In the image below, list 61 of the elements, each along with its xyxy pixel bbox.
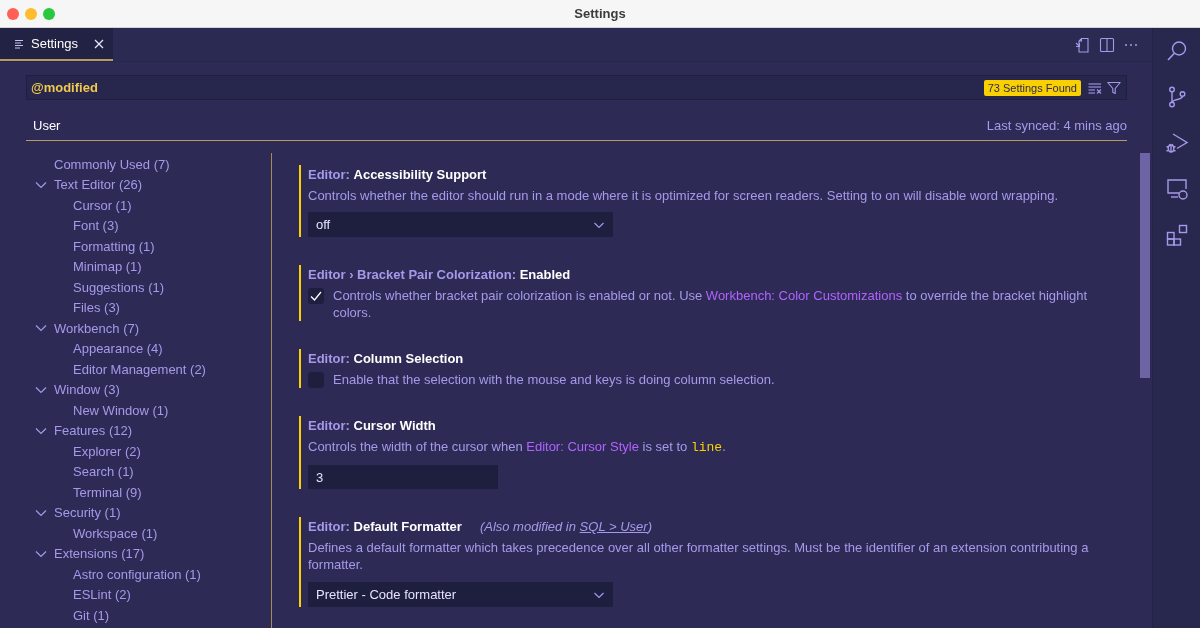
setting-description: Controls whether bracket pair colorization is enabled or not. Use Workbench: Color Customizations to override the bracket highlight colors. <box>333 287 1089 321</box>
toc-item[interactable]: Git (1) <box>26 605 271 626</box>
toc-item[interactable]: Suggestions (1) <box>26 277 271 298</box>
search-icon[interactable] <box>1164 39 1189 63</box>
toc-item[interactable]: Editor Management (2) <box>26 359 271 380</box>
toc-item[interactable]: Files (3) <box>26 297 271 318</box>
checkbox[interactable] <box>308 287 324 304</box>
toc-item[interactable]: Cursor (1) <box>26 195 271 216</box>
checkmark-icon <box>310 289 322 302</box>
toc-item[interactable]: New Window (1) <box>26 400 271 421</box>
scrollbar-thumb[interactable] <box>1140 153 1150 378</box>
close-icon[interactable] <box>94 38 104 49</box>
split-editor-icon[interactable] <box>1099 36 1115 53</box>
blocks-icon[interactable] <box>1164 223 1189 247</box>
results-count-badge: 73 Settings Found <box>983 79 1081 96</box>
search-query: @modified <box>31 80 98 95</box>
toc-item[interactable]: Commonly Used (7) <box>26 154 271 175</box>
setting-title: Editor › Bracket Pair Colorization: Enabled <box>308 266 571 284</box>
toc-item[interactable]: Font (3) <box>26 215 271 236</box>
number-input[interactable]: 3 <box>308 465 498 489</box>
setting-title: Editor: Accessibility Support <box>308 166 487 184</box>
editor-tab[interactable]: Settings <box>0 28 113 61</box>
filter-icon[interactable] <box>1107 80 1121 95</box>
setting-description: Enable that the selection with the mouse and keys is doing column selection. <box>333 371 776 388</box>
play-bug-icon[interactable] <box>1164 131 1189 155</box>
toc-item[interactable]: Formatting (1) <box>26 236 271 257</box>
monitor-icon[interactable] <box>1164 177 1189 201</box>
toc-item[interactable]: Window (3) <box>26 379 271 400</box>
toc-item[interactable]: Features (12) <box>26 420 271 441</box>
dropdown[interactable]: Prettier - Code formatter <box>308 582 613 607</box>
toc-item[interactable]: Text Editor (26) <box>26 174 271 195</box>
setting-description: Controls whether the editor should run in a mode where it is optimized for screen readers. Setting to on will disable word wrapping. <box>308 187 1060 204</box>
setting-title: Editor: Cursor Width <box>308 417 436 435</box>
toc-item[interactable]: Workspace (1) <box>26 523 271 544</box>
toc-item[interactable]: Extensions (17) <box>26 543 271 564</box>
scope-tab[interactable]: User <box>33 117 61 133</box>
setting-title: Editor: Column Selection <box>308 350 464 368</box>
toc-item[interactable]: Terminal (9) <box>26 482 271 503</box>
toc-item[interactable]: Workbench (7) <box>26 318 271 339</box>
dropdown[interactable]: off <box>308 212 613 237</box>
setting-link[interactable]: Editor: Cursor Style <box>526 439 639 454</box>
scope-link[interactable]: SQL > User <box>579 519 648 534</box>
setting-description: Controls the width of the cursor when Editor: Cursor Style is set to line. <box>308 438 727 456</box>
toc-item[interactable]: Appearance (4) <box>26 338 271 359</box>
search-field[interactable]: @modified 73 Settings Found <box>26 75 1127 100</box>
setting-description: Defines a default formatter which takes precedence over all other formatter settings. Must be the identifier of an extension contributing a formatter. <box>308 539 1090 573</box>
toc-item[interactable]: Minimap (1) <box>26 256 271 277</box>
setting-title: Editor: Default Formatter <box>308 518 462 536</box>
toc-item[interactable]: Astro configuration (1) <box>26 564 271 585</box>
window-close-icon[interactable] <box>7 7 19 20</box>
sync-status: Last synced: 4 mins ago <box>986 117 1127 133</box>
toc-item[interactable]: Explorer (2) <box>26 441 271 462</box>
toc-item[interactable]: Search (1) <box>26 461 271 482</box>
open-file-icon[interactable] <box>1075 36 1091 53</box>
toc-item[interactable]: ESLint (2) <box>26 584 271 605</box>
setting-link[interactable]: Workbench: Color Customizations <box>705 288 903 303</box>
modified-note: (Also modified in SQL > User) <box>479 518 652 536</box>
window-title: Settings <box>574 6 626 21</box>
list-icon <box>15 38 25 49</box>
clear-filter-icon[interactable] <box>1088 80 1102 95</box>
toc-item[interactable]: Security (1) <box>26 502 271 523</box>
